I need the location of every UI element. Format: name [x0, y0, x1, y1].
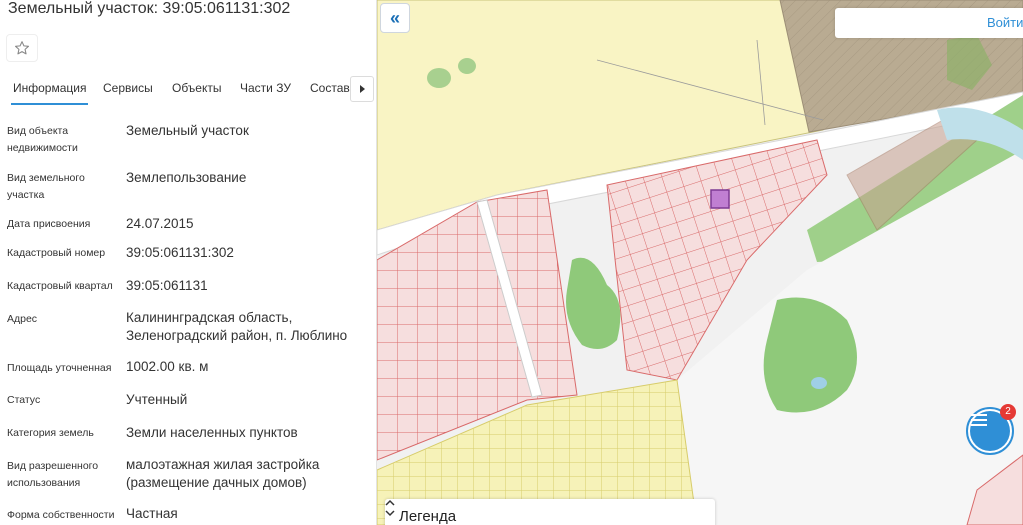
page-title: Земельный участок: 39:05:061131:302 — [8, 0, 291, 17]
legend-label: Легенда — [399, 508, 457, 525]
prop-value: 24.07.2015 — [126, 216, 194, 231]
tree-cluster — [427, 68, 451, 88]
chat-icon — [971, 414, 987, 426]
prop-label: Форма собственности — [7, 509, 115, 521]
double-chevron-left-icon: « — [389, 7, 400, 28]
prop-value: Земельный участок — [126, 123, 249, 138]
arrow-right-icon — [359, 85, 365, 93]
favorite-button[interactable] — [6, 34, 38, 62]
star-icon — [15, 41, 29, 55]
prop-value: Земли населенных пунктов — [126, 425, 298, 440]
tab-services[interactable]: Сервисы — [103, 81, 153, 95]
tab-bar: Информация Сервисы Объекты Части ЗУ Сост… — [0, 76, 376, 105]
pond — [811, 377, 827, 389]
legend-bar[interactable]: Легенда — [385, 499, 715, 525]
prop-label: Дата присвоения — [7, 218, 91, 230]
prop-label: Адрес — [7, 313, 38, 325]
tab-objects[interactable]: Объекты — [172, 81, 222, 95]
tab-parts[interactable]: Части ЗУ — [240, 81, 291, 95]
tab-composition[interactable]: Состав — [310, 81, 350, 95]
prop-value: Учтенный — [126, 392, 188, 407]
prop-label: Вид земельного участка — [7, 172, 85, 201]
login-button[interactable]: Войти — [987, 15, 1023, 30]
prop-value: Частная — [126, 506, 178, 521]
prop-label: Вид объекта недвижимости — [7, 125, 78, 154]
prop-value: малоэтажная жилая застройка (размещение … — [126, 457, 320, 490]
info-panel: Земельный участок: 39:05:061131:302 Инфо… — [0, 0, 377, 525]
prop-label: Категория земель — [7, 427, 94, 439]
login-box[interactable]: Войти — [835, 8, 1023, 38]
tab-information[interactable]: Информация — [10, 81, 89, 105]
tree-cluster — [458, 58, 476, 74]
tabs-scroll-right-button[interactable] — [350, 76, 374, 102]
prop-value: 39:05:061131 — [126, 278, 208, 293]
prop-label: Статус — [7, 394, 41, 406]
app-window: Земельный участок: 39:05:061131:302 Инфо… — [0, 0, 1023, 525]
collapse-panel-button[interactable]: « — [380, 3, 410, 33]
prop-label: Вид разрешенного использования — [7, 460, 99, 489]
prop-value: 1002.00 кв. м — [126, 359, 209, 374]
prop-value: Землепользование — [126, 170, 247, 185]
prop-value: Калининградская область, Зеленоградский … — [126, 310, 348, 343]
prop-value: 39:05:061131:302 — [126, 245, 234, 260]
cadastral-map[interactable]: « Войти Легенда 2 — [377, 0, 1023, 525]
prop-label: Кадастровый номер — [7, 247, 106, 259]
prop-label: Кадастровый квартал — [7, 280, 113, 292]
chevron-up-down-icon — [385, 499, 395, 517]
map-canvas[interactable] — [377, 0, 1023, 525]
notification-badge: 2 — [1000, 404, 1016, 420]
selected-parcel[interactable] — [710, 189, 730, 209]
prop-label: Площадь уточненная — [7, 362, 112, 374]
